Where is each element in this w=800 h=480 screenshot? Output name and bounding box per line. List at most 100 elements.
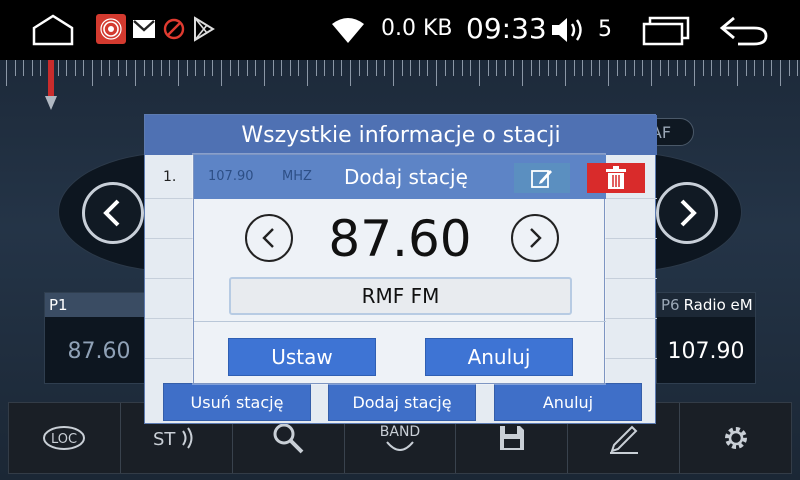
band-icon: BAND xyxy=(380,424,420,451)
remove-station-button[interactable]: Usuń stację xyxy=(163,383,311,421)
dial-tick xyxy=(504,60,506,76)
save-icon xyxy=(499,426,524,450)
trash-icon xyxy=(606,166,626,189)
dial-tick xyxy=(788,60,790,76)
dial-tick xyxy=(332,60,334,76)
station-name-input[interactable] xyxy=(229,277,572,315)
dial-tick xyxy=(685,60,687,76)
dial-tick xyxy=(496,60,498,76)
volume-level: 5 xyxy=(598,17,612,42)
dial-tick xyxy=(307,60,308,86)
preset-p1[interactable]: P1 87.60 xyxy=(44,292,154,384)
settings-button[interactable] xyxy=(680,403,791,473)
preset-frequency: 87.60 xyxy=(67,339,131,364)
dial-tick xyxy=(616,60,618,76)
dial-tick xyxy=(289,60,291,76)
dialog-header: 107.90 MHZ Dodaj stację xyxy=(194,155,645,199)
data-rate: 0.0 KB xyxy=(381,16,453,41)
dial-tick xyxy=(719,60,721,76)
dial-tick xyxy=(410,60,412,76)
dial-tick xyxy=(6,60,7,86)
dial-tick xyxy=(143,60,145,76)
set-button[interactable]: Ustaw xyxy=(228,338,376,376)
delete-station-button[interactable] xyxy=(587,163,645,193)
dial-tick xyxy=(384,60,386,76)
frequency-dial[interactable] xyxy=(0,60,800,110)
dial-tick xyxy=(109,60,111,76)
frequency-down-button[interactable] xyxy=(245,214,293,262)
dial-tick xyxy=(358,60,360,76)
dial-tick xyxy=(547,60,549,76)
dial-tick xyxy=(530,60,532,76)
clock: 09:33 xyxy=(466,12,547,45)
dial-tick xyxy=(341,60,343,76)
dial-tick xyxy=(238,60,240,76)
play-store-icon xyxy=(192,16,216,42)
dial-tick xyxy=(186,60,188,76)
chevron-left-icon xyxy=(103,199,120,227)
dial-tick xyxy=(608,60,609,86)
dial-tick xyxy=(135,60,136,86)
status-bar: 0.0 KB 09:33 5 xyxy=(0,0,800,60)
frequency-up-button[interactable] xyxy=(511,214,559,262)
dial-tick xyxy=(470,60,472,76)
dial-tick xyxy=(272,60,274,76)
dial-tick xyxy=(659,60,661,76)
dial-tick xyxy=(401,60,403,76)
stereo-icon: ST xyxy=(153,427,193,450)
divider xyxy=(194,321,606,322)
seek-forward-button[interactable] xyxy=(656,182,718,244)
recent-apps-icon[interactable] xyxy=(642,14,692,46)
dial-tick xyxy=(737,60,738,86)
dial-tick xyxy=(83,60,85,76)
dial-tick xyxy=(315,60,317,76)
preset-frequency: 107.90 xyxy=(667,339,745,364)
dial-tick xyxy=(676,60,678,76)
preset-p6[interactable]: P6 Radio eM 107.90 xyxy=(656,292,756,384)
dial-tick xyxy=(797,60,799,76)
dial-tick xyxy=(212,60,214,76)
dial-tick xyxy=(393,60,394,86)
edit-station-button[interactable] xyxy=(514,163,570,193)
dial-tick xyxy=(573,60,575,76)
dial-tick xyxy=(178,60,179,86)
volume-icon[interactable] xyxy=(549,14,589,46)
cancel-button[interactable]: Anuluj xyxy=(425,338,573,376)
seek-back-button[interactable] xyxy=(82,182,144,244)
dial-tick xyxy=(350,60,351,86)
search-icon xyxy=(273,423,304,454)
dial-tick xyxy=(66,60,68,76)
dial-tick xyxy=(599,60,601,76)
tuning-needle xyxy=(44,60,58,112)
dial-tick xyxy=(23,60,25,76)
row-frequency: 107.90 xyxy=(208,169,254,184)
add-station-dialog: 107.90 MHZ Dodaj stację 87.60 Ustaw Anul… xyxy=(193,154,645,384)
gmail-icon xyxy=(131,16,157,42)
stereo-label: ST xyxy=(153,429,176,450)
preset-station-name: Radio eM xyxy=(683,296,753,314)
dial-tick xyxy=(255,60,257,76)
loc-icon: LOC xyxy=(43,426,86,450)
podcast-app-icon[interactable] xyxy=(96,14,126,44)
back-icon[interactable] xyxy=(718,14,770,46)
dial-tick xyxy=(711,60,713,76)
loc-button[interactable]: LOC xyxy=(9,403,121,473)
add-station-button[interactable]: Dodaj stację xyxy=(328,383,476,421)
row-unit: MHZ xyxy=(282,169,312,184)
dial-tick xyxy=(728,60,730,76)
dial-tick xyxy=(117,60,119,76)
wifi-icon xyxy=(330,16,366,44)
dial-tick xyxy=(453,60,455,76)
dial-tick xyxy=(14,60,16,76)
chevron-right-icon xyxy=(680,199,697,227)
dial-tick xyxy=(427,60,429,76)
dial-tick xyxy=(375,60,377,76)
dial-tick xyxy=(298,60,300,76)
dial-tick xyxy=(513,60,515,76)
dial-tick xyxy=(694,60,695,86)
dial-tick xyxy=(31,60,33,76)
band-label: BAND xyxy=(380,424,420,440)
gear-icon xyxy=(724,427,747,449)
cancel-button[interactable]: Anuluj xyxy=(494,383,642,421)
home-icon[interactable] xyxy=(28,12,78,48)
